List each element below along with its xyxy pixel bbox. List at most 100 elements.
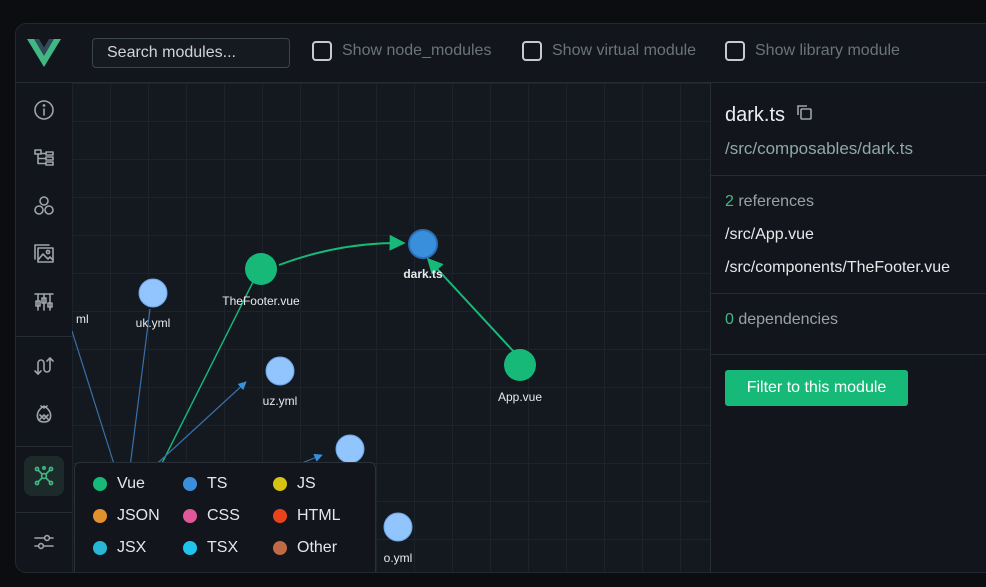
sidebar-item-timeline[interactable] <box>24 282 64 322</box>
components-icon <box>34 196 54 215</box>
sidebar-divider <box>16 512 72 513</box>
node-label: TheFooter.vue <box>222 294 300 308</box>
legend-label: JSON <box>117 507 160 524</box>
sidebar-item-tree[interactable] <box>24 138 64 178</box>
node-label: uk.yml <box>136 316 171 330</box>
module-file-path: /src/composables/dark.ts <box>725 139 914 158</box>
graph-node-dark-ts[interactable]: dark.ts <box>403 229 443 281</box>
legend-label: JS <box>297 475 316 492</box>
sidebar-item-info[interactable] <box>24 90 64 130</box>
settings-icon <box>34 534 54 550</box>
legend-dot <box>183 477 197 491</box>
routes-icon <box>34 357 54 375</box>
checkbox-box[interactable] <box>725 41 745 61</box>
sidebar <box>16 24 73 572</box>
window-top-strip <box>0 0 986 10</box>
legend-item-tsx: TSX <box>183 539 238 557</box>
checkbox-box[interactable] <box>522 41 542 61</box>
legend-label: TSX <box>207 539 239 556</box>
checkbox-label: Show node_modules <box>342 42 492 59</box>
sidebar-divider <box>16 446 72 447</box>
legend-item-json: JSON <box>93 507 160 525</box>
assets-icon <box>34 244 54 263</box>
legend-item-other: Other <box>273 539 337 557</box>
filter-to-module-button[interactable]: Filter to this module <box>725 370 908 406</box>
app-window: Show node_modules Show virtual module Sh… <box>16 24 986 572</box>
references-number: 2 <box>725 193 734 210</box>
timeline-icon <box>34 293 54 311</box>
graph-node-partial-bottom[interactable]: o.yml <box>383 512 413 565</box>
legend-item-js: JS <box>273 475 316 493</box>
graph-node-partial-left[interactable]: ml <box>76 312 89 326</box>
legend-label: HTML <box>297 507 341 524</box>
node-label: uz.yml <box>263 394 298 408</box>
panel-divider <box>711 175 986 176</box>
legend-dot <box>93 509 107 523</box>
node-label: dark.ts <box>403 267 443 281</box>
graph-node-uz-yml[interactable]: uz.yml <box>263 356 298 408</box>
checkbox-show-library-module[interactable]: Show library module <box>725 41 900 61</box>
legend-label: TS <box>207 475 228 492</box>
legend-dot <box>273 477 287 491</box>
legend-item-css: CSS <box>183 507 240 525</box>
sidebar-item-pinia[interactable] <box>24 394 64 434</box>
module-file-name: dark.ts <box>725 103 786 126</box>
sidebar-item-assets[interactable] <box>24 234 64 274</box>
checkbox-label: Show library module <box>755 42 900 59</box>
references-word: references <box>733 193 814 210</box>
graph-edge <box>72 330 121 484</box>
graph-edge <box>127 308 151 484</box>
legend-dot <box>183 541 197 555</box>
node-label: App.vue <box>498 390 542 404</box>
dependencies-word: dependencies <box>733 311 838 328</box>
checkbox-show-virtual-module[interactable]: Show virtual module <box>522 41 696 61</box>
dependencies-count: 0 dependencies <box>725 311 838 329</box>
panel-divider <box>711 354 986 355</box>
search-input[interactable] <box>92 38 290 68</box>
node-label: ml <box>76 312 89 326</box>
vue-logo-icon <box>27 39 61 67</box>
legend-item-jsx: JSX <box>93 539 146 557</box>
checkbox-box[interactable] <box>312 41 332 61</box>
info-icon <box>34 100 54 120</box>
legend-dot <box>273 509 287 523</box>
sidebar-divider <box>16 336 72 337</box>
sidebar-divider <box>16 82 72 83</box>
legend-dot <box>93 477 107 491</box>
reference-item[interactable]: /src/App.vue <box>725 226 814 244</box>
legend-label: Other <box>297 539 338 556</box>
pinia-icon <box>36 405 52 423</box>
legend-label: JSX <box>117 539 147 556</box>
legend-dot <box>273 541 287 555</box>
tree-icon <box>34 149 54 166</box>
graph-icon <box>34 465 54 486</box>
graph-edge <box>278 234 406 266</box>
legend-dot <box>183 509 197 523</box>
legend-item-html: HTML <box>273 507 341 525</box>
graph-legend: Vue TS JS JSON CSS HTML JSX TSX Other <box>74 462 376 572</box>
node-label: o.yml <box>384 551 413 565</box>
legend-label: Vue <box>117 475 145 492</box>
copy-icon[interactable] <box>795 103 813 127</box>
sidebar-item-graph[interactable] <box>24 456 64 496</box>
legend-label: CSS <box>207 507 240 524</box>
panel-divider <box>711 293 986 294</box>
dependencies-number: 0 <box>725 311 734 328</box>
legend-dot <box>93 541 107 555</box>
checkbox-show-node-modules[interactable]: Show node_modules <box>312 41 491 61</box>
graph-edge <box>151 281 254 484</box>
legend-item-vue: Vue <box>93 475 145 493</box>
sidebar-item-routes[interactable] <box>24 346 64 386</box>
reference-item[interactable]: /src/components/TheFooter.vue <box>725 259 950 277</box>
graph-node-app-vue[interactable]: App.vue <box>498 349 542 404</box>
graph-node-unlabeled[interactable] <box>335 434 365 464</box>
toolbar: Show node_modules Show virtual module Sh… <box>72 24 986 83</box>
graph-node-uk-yml[interactable]: uk.yml <box>136 278 171 330</box>
sidebar-item-settings[interactable] <box>24 522 64 562</box>
module-details-panel: dark.ts /src/composables/dark.ts 2 refer… <box>710 83 986 572</box>
sidebar-item-components[interactable] <box>24 186 64 226</box>
legend-item-ts: TS <box>183 475 227 493</box>
checkbox-label: Show virtual module <box>552 42 697 59</box>
references-count: 2 references <box>725 193 814 211</box>
module-title: dark.ts <box>725 103 813 127</box>
